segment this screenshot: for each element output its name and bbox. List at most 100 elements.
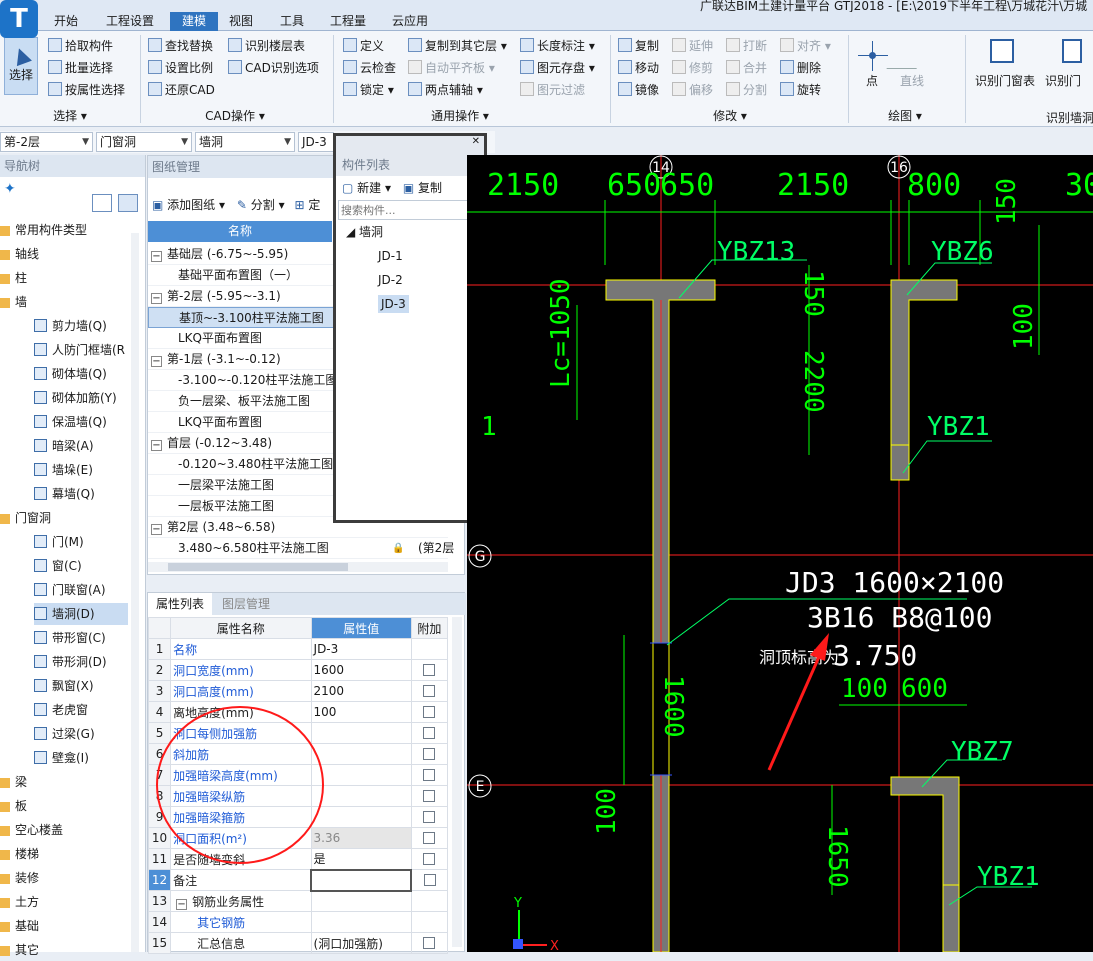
tab-quantities[interactable]: 工程量	[326, 12, 370, 31]
grid-view-icon[interactable]	[118, 194, 138, 212]
cad-canvas[interactable]: 14 16 G E 2150 650 650 2150 800 30 1600 …	[467, 155, 1093, 952]
delete-button[interactable]: 删除	[780, 58, 821, 78]
nav-item[interactable]: 轴线	[0, 243, 39, 265]
extra-checkbox[interactable]	[423, 748, 436, 760]
nav-item[interactable]: 基础	[0, 915, 39, 937]
property-row[interactable]: 12 备注	[147, 868, 449, 892]
tab-start[interactable]: 开始	[50, 12, 82, 31]
mirror-button[interactable]: 镜像	[618, 80, 659, 100]
component-item[interactable]: JD-2	[336, 268, 484, 292]
offset-button[interactable]: 偏移	[672, 80, 713, 100]
drawing-hscrollbar[interactable]	[148, 562, 448, 572]
nav-item[interactable]: 柱	[0, 267, 27, 289]
collapse-icon[interactable]: −	[151, 524, 162, 535]
nav-item[interactable]: 壁龛(I)	[34, 747, 89, 769]
property-value[interactable]	[310, 868, 413, 892]
property-value[interactable]: 2100	[310, 680, 412, 702]
copy-component-button[interactable]: ▣ 复制	[403, 181, 442, 195]
length-dim-button[interactable]: 长度标注 ▾	[520, 36, 595, 56]
select-button[interactable]: 选择	[4, 37, 38, 95]
component-item[interactable]: JD-1	[336, 244, 484, 268]
nav-item[interactable]: 剪力墙(Q)	[34, 315, 107, 337]
cad-options-button[interactable]: CAD识别选项	[228, 58, 319, 78]
prop-scrollbar[interactable]	[452, 617, 462, 947]
batch-select-button[interactable]: 批量选择	[48, 58, 113, 78]
line-button[interactable]: 直线	[900, 71, 924, 91]
rotate-button[interactable]: 旋转	[780, 80, 821, 100]
nav-item[interactable]: 暗梁(A)	[34, 435, 94, 457]
collapse-icon[interactable]: −	[151, 356, 162, 367]
add-drawing-button[interactable]: ▣ 添加图纸 ▾	[152, 198, 225, 212]
property-row[interactable]: 15 汇总信息 (洞口加强筋)	[147, 932, 449, 954]
nav-item[interactable]: 门窗洞	[0, 507, 51, 529]
locate-drawing-button[interactable]: ⊞ 定	[294, 198, 320, 212]
split-button[interactable]: 分割	[726, 80, 767, 100]
extra-checkbox[interactable]	[423, 727, 436, 739]
merge-button[interactable]: 合并	[726, 58, 767, 78]
component-group[interactable]: ◢ 墙洞	[336, 220, 484, 244]
property-row[interactable]: 13− 钢筋业务属性	[147, 890, 449, 912]
nav-item[interactable]: 幕墙(Q)	[34, 483, 95, 505]
nav-item[interactable]: 带形窗(C)	[34, 627, 106, 649]
define-button[interactable]: 定义	[343, 36, 384, 56]
nav-item[interactable]: 门联窗(A)	[34, 579, 106, 601]
collapse-icon[interactable]: −	[151, 251, 162, 262]
recognize-door-button[interactable]: 识别门	[1045, 71, 1081, 91]
drawing-row[interactable]: 3.480~6.580柱平法施工图 🔒 (第2层	[148, 538, 454, 559]
extra-checkbox[interactable]	[423, 790, 436, 802]
nav-item[interactable]: 老虎窗	[34, 699, 88, 721]
floor-select[interactable]: 第-2层 ▼	[0, 132, 93, 152]
component-select[interactable]: JD-3	[298, 132, 334, 152]
property-row[interactable]: 2 洞口宽度(mm) 1600	[147, 659, 449, 681]
tab-property-list[interactable]: 属性列表	[148, 593, 212, 615]
auto-level-slab-button[interactable]: 自动平齐板 ▾	[408, 58, 495, 78]
cloud-check-button[interactable]: 云检查	[343, 58, 396, 78]
two-point-axis-button[interactable]: 两点辅轴 ▾	[408, 80, 483, 100]
nav-item[interactable]: 墙垛(E)	[34, 459, 93, 481]
tab-project-settings[interactable]: 工程设置	[102, 12, 158, 31]
nav-item[interactable]: 墙洞(D)	[34, 603, 128, 625]
extra-checkbox[interactable]	[423, 937, 436, 949]
nav-item[interactable]: 过梁(G)	[34, 723, 95, 745]
property-value[interactable]: JD-3	[310, 638, 412, 660]
component-item[interactable]: JD-3	[336, 292, 484, 316]
nav-item[interactable]: 土方	[0, 891, 39, 913]
lock-button[interactable]: 锁定 ▾	[343, 80, 394, 100]
extra-checkbox[interactable]	[423, 706, 436, 718]
split-drawing-button[interactable]: ✎ 分割 ▾	[237, 198, 285, 212]
property-value[interactable]	[310, 911, 412, 933]
collapse-icon[interactable]: −	[176, 898, 188, 910]
component-search-input[interactable]	[339, 201, 459, 219]
tab-tools[interactable]: 工具	[276, 12, 308, 31]
tab-layer-mgmt[interactable]: 图层管理	[214, 593, 278, 615]
pin-icon[interactable]: ✦	[4, 181, 16, 197]
nav-item[interactable]: 人防门框墙(R	[34, 339, 125, 361]
extend-button[interactable]: 延伸	[672, 36, 713, 56]
nav-item[interactable]: 保温墙(Q)	[34, 411, 107, 433]
extra-checkbox[interactable]	[423, 874, 436, 886]
collapse-icon[interactable]: −	[151, 293, 162, 304]
move-button[interactable]: 移动	[618, 58, 659, 78]
property-value[interactable]: (洞口加强筋)	[310, 932, 412, 954]
tab-cloud[interactable]: 云应用	[388, 12, 432, 31]
type-select[interactable]: 门窗洞 ▼	[96, 132, 192, 152]
collapse-icon[interactable]: −	[151, 440, 162, 451]
set-scale-button[interactable]: 设置比例	[148, 58, 213, 78]
property-row[interactable]: 1 名称 JD-3	[147, 638, 449, 660]
select-by-attr-button[interactable]: 按属性选择	[48, 80, 125, 100]
list-view-icon[interactable]	[92, 194, 112, 212]
nav-item[interactable]: 砌体加筋(Y)	[34, 387, 117, 409]
nav-item[interactable]: 带形洞(D)	[34, 651, 107, 673]
find-replace-button[interactable]: 查找替换	[148, 36, 213, 56]
trim-button[interactable]: 修剪	[672, 58, 713, 78]
nav-item[interactable]: 板	[0, 795, 27, 817]
close-icon[interactable]: ✕	[336, 136, 484, 154]
nav-item[interactable]: 梁	[0, 771, 27, 793]
recognize-door-window-table-button[interactable]: 识别门窗表	[975, 71, 1035, 91]
align-button[interactable]: 对齐 ▾	[780, 36, 831, 56]
nav-item[interactable]: 门(M)	[34, 531, 84, 553]
new-component-button[interactable]: ▢ 新建 ▾	[342, 181, 391, 195]
break-button[interactable]: 打断	[726, 36, 767, 56]
extra-checkbox[interactable]	[423, 853, 436, 865]
property-row[interactable]: 14 其它钢筋	[147, 911, 449, 933]
